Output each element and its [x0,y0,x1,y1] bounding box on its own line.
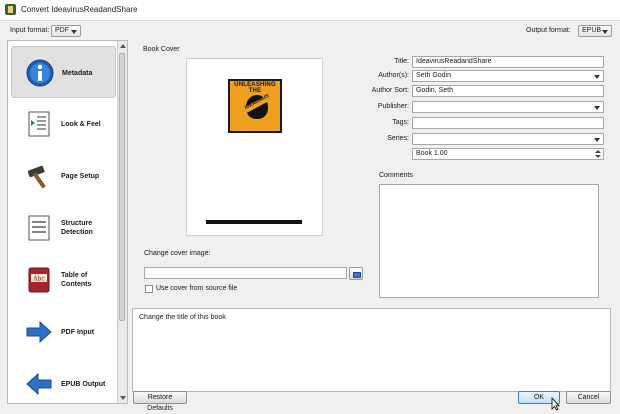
options-sidebar: Metadata Look & Feel Page Setup Structur… [7,40,128,404]
mouse-cursor-icon [551,397,560,411]
series-index-value: Book 1.00 [416,150,448,157]
sidebar-item-table-of-contents[interactable]: Abc Table of Contents [11,254,116,306]
series-combo[interactable] [412,133,604,145]
scroll-down-icon[interactable] [120,396,126,400]
comments-textarea[interactable] [379,184,599,298]
chevron-down-icon[interactable] [594,75,600,79]
spin-buttons[interactable] [594,149,602,159]
spin-up-icon[interactable] [595,150,601,153]
author-sort-label: Author Sort: [371,87,409,94]
svg-text:Abc: Abc [32,276,45,283]
series-index-spinbox[interactable]: Book 1.00 [412,148,604,160]
author-sort-input[interactable]: Godin, Seth [412,85,604,97]
output-format-value: EPUB [582,27,602,34]
series-label: Series: [387,135,409,142]
cover-footer-strip [206,220,302,224]
output-format-label: Output format: [526,27,571,34]
window-title: Convert IdeavirusReadandShare [21,5,138,14]
input-format-select[interactable]: PDF [51,25,81,37]
browse-cover-button[interactable] [349,267,363,280]
table-of-contents-icon: Abc [25,266,53,294]
cancel-button[interactable]: Cancel [566,391,611,404]
title-value: IdeavirusReadandShare [416,58,492,65]
tags-input[interactable] [412,117,604,129]
sidebar-item-label: Page Setup [61,172,100,180]
sidebar-item-epub-output[interactable]: EPUB Output [11,358,116,403]
input-format-value: PDF [55,27,69,34]
use-cover-label: Use cover from source file [156,285,238,292]
help-text: Change the title of this book [139,314,226,321]
title-input[interactable]: IdeavirusReadandShare [412,56,604,68]
calibre-app-icon [5,4,16,15]
comments-label: Comments [379,172,413,179]
authors-value: Seth Godin [416,72,452,79]
spin-down-icon[interactable] [595,155,601,158]
scrollbar-thumb[interactable] [119,53,125,321]
book-cover-label: Book Cover [143,46,180,53]
sidebar-item-label: EPUB Output [61,380,106,388]
restore-defaults-button[interactable]: Restore Defaults [133,391,187,412]
sidebar-item-look-and-feel[interactable]: Look & Feel [11,98,116,150]
use-cover-checkbox[interactable] [145,285,153,293]
authors-label: Author(s): [378,72,409,79]
structure-detection-icon [25,214,53,242]
chevron-down-icon[interactable] [594,106,600,110]
arrow-left-icon [25,370,53,398]
title-bar: Convert IdeavirusReadandShare [0,0,620,21]
book-cover-preview: UNLEASHING THE IDEAVIRUS [186,58,323,236]
authors-combo[interactable]: Seth Godin [412,70,604,82]
help-text-box: Change the title of this book [132,308,611,392]
tags-label: Tags: [392,119,409,126]
sidebar-item-label: PDF Input [61,328,95,336]
hammer-icon [25,162,53,190]
sidebar-item-page-setup[interactable]: Page Setup [11,150,116,202]
input-format-label: Input format: [10,27,50,34]
cover-path-input[interactable] [144,267,347,279]
chevron-down-icon [602,30,608,34]
cover-image: UNLEASHING THE IDEAVIRUS [228,79,282,133]
change-cover-label: Change cover image: [144,250,211,257]
publisher-combo[interactable] [412,101,604,113]
output-format-select[interactable]: EPUB [578,25,612,37]
sidebar-item-label: Structure Detection [61,220,93,236]
scroll-up-icon[interactable] [120,44,126,48]
title-label: Title: [394,58,409,65]
chevron-down-icon[interactable] [594,138,600,142]
arrow-right-icon [25,318,53,346]
sidebar-item-label: Metadata [62,69,93,77]
sidebar-item-label: Table of Contents [61,272,92,288]
sidebar-scrollbar[interactable] [117,41,127,403]
sidebar-item-pdf-input[interactable]: PDF Input [11,306,116,358]
metadata-panel: Book Cover UNLEASHING THE IDEAVIRUS Chan… [132,40,613,308]
chevron-down-icon [71,30,77,34]
convert-dialog: Convert IdeavirusReadandShare Input form… [0,0,620,414]
sidebar-item-label: Look & Feel [61,120,101,128]
sidebar-item-metadata[interactable]: Metadata [11,46,116,98]
info-icon [26,59,54,87]
look-and-feel-icon [25,110,53,138]
sidebar-item-structure-detection[interactable]: Structure Detection [11,202,116,254]
publisher-label: Publisher: [377,103,409,110]
author-sort-value: Godin, Seth [416,87,453,94]
